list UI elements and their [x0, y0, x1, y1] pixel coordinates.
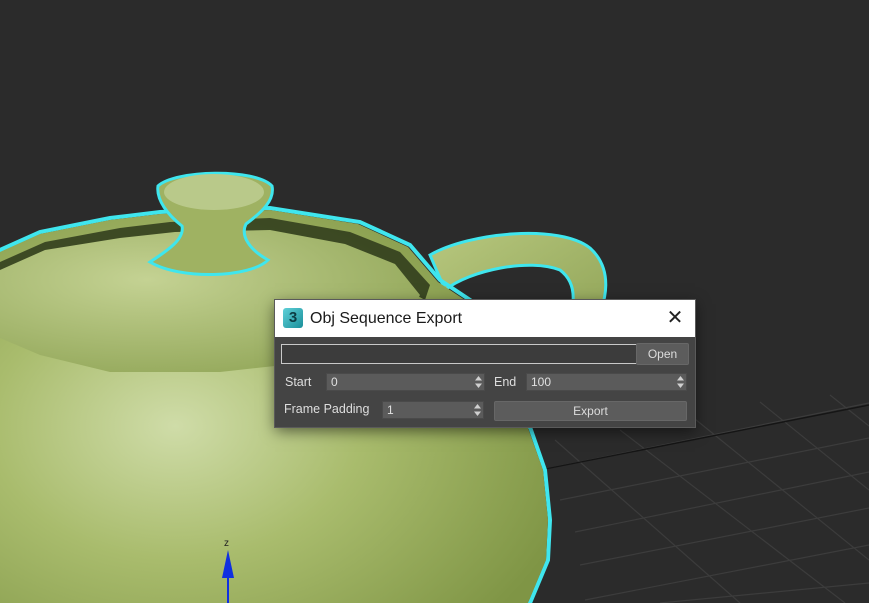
frame-padding-value: 1	[387, 403, 394, 417]
spinner-arrows-icon[interactable]	[474, 403, 481, 417]
start-frame-value: 0	[331, 375, 338, 389]
z-axis-label: z	[224, 538, 229, 549]
spinner-arrows-icon[interactable]	[475, 375, 482, 389]
dialog-title: Obj Sequence Export	[310, 310, 463, 327]
close-icon[interactable]: ✕	[665, 308, 685, 328]
start-label: Start	[285, 375, 312, 389]
end-frame-spinner[interactable]: 100	[526, 373, 687, 391]
export-button[interactable]: Export	[494, 401, 687, 421]
obj-sequence-export-dialog: 3 Obj Sequence Export ✕ Open Start 0 End…	[275, 300, 695, 427]
export-path-input[interactable]	[281, 344, 637, 364]
3dsmax-app-icon: 3	[283, 308, 303, 328]
spinner-arrows-icon[interactable]	[677, 375, 684, 389]
teapot-knob-top	[164, 174, 264, 210]
end-frame-value: 100	[531, 375, 552, 389]
dialog-titlebar[interactable]: 3 Obj Sequence Export ✕	[275, 300, 695, 337]
end-label: End	[494, 375, 517, 389]
frame-padding-spinner[interactable]: 1	[382, 401, 484, 419]
frame-padding-label: Frame Padding	[284, 402, 370, 416]
open-button[interactable]: Open	[636, 343, 689, 365]
start-frame-spinner[interactable]: 0	[326, 373, 485, 391]
